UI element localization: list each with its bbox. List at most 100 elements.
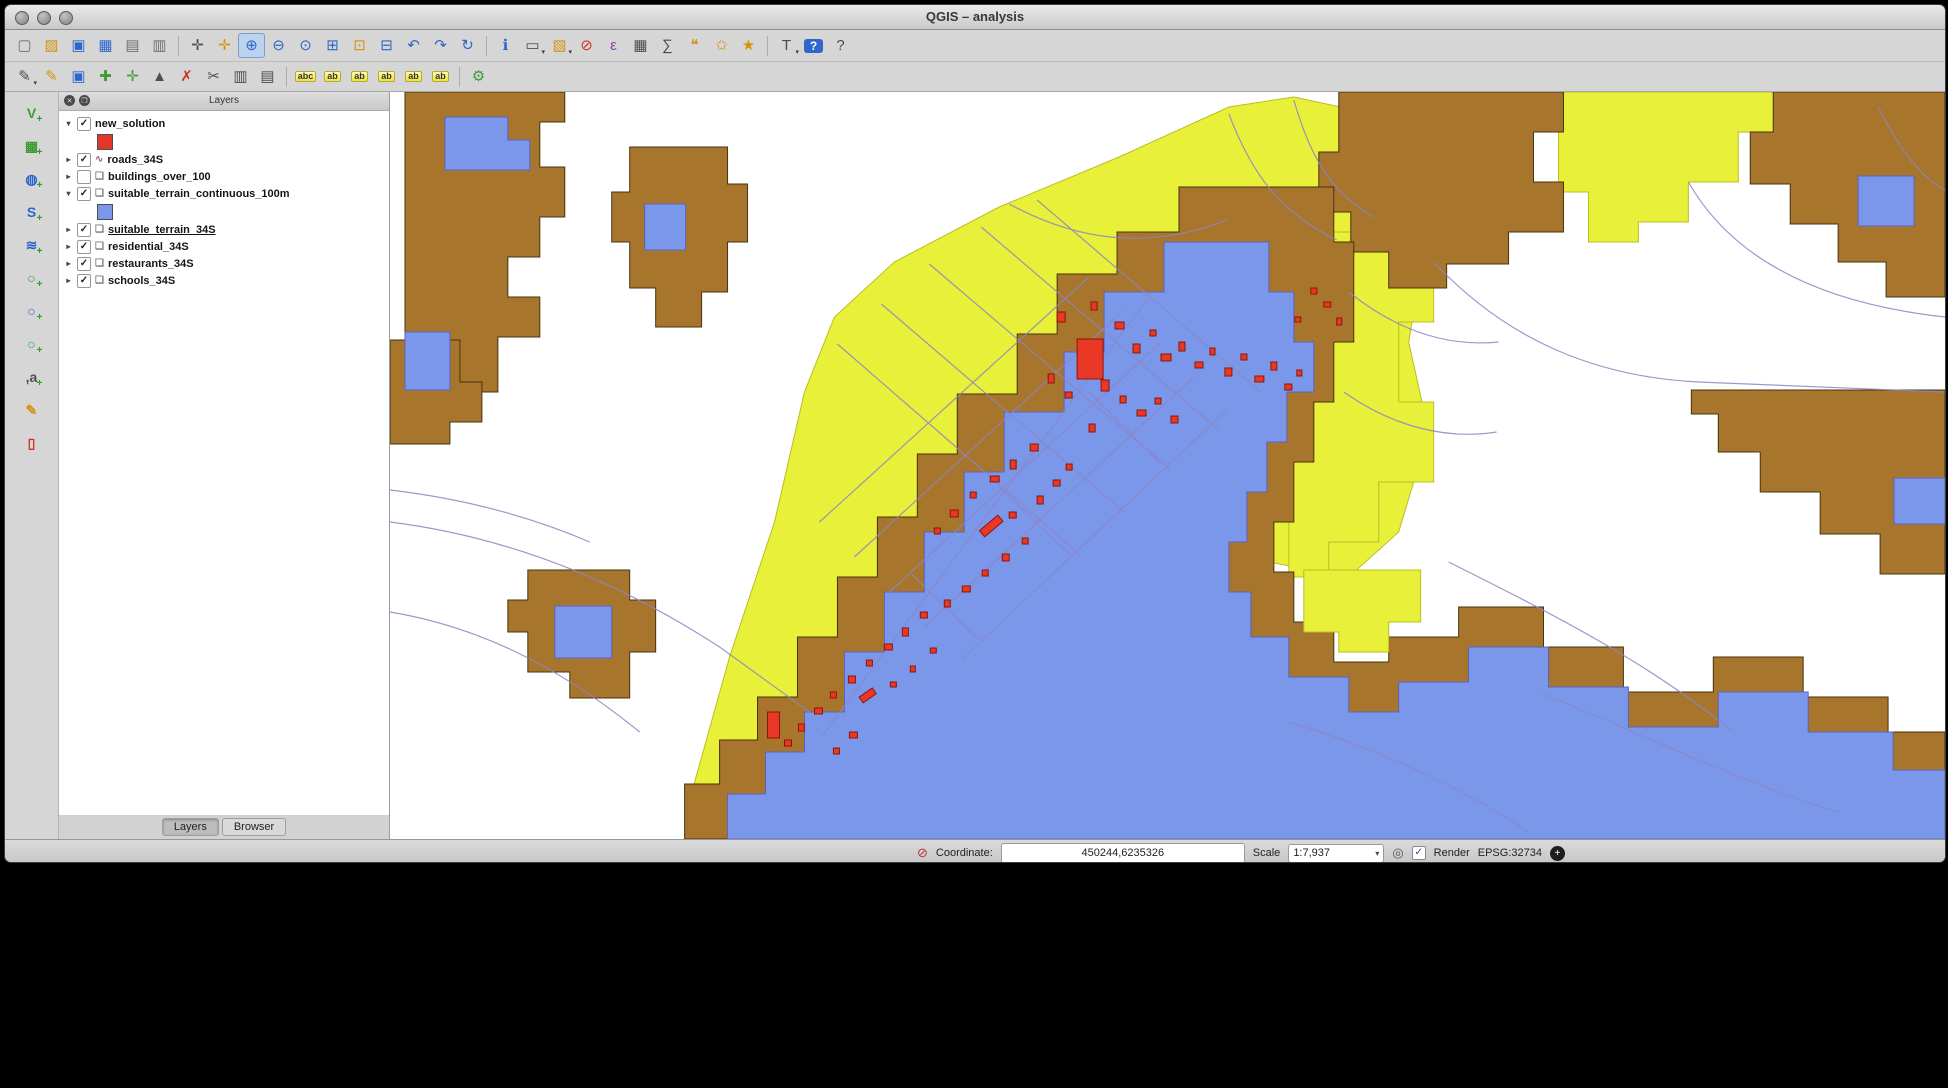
stop-rendering-icon[interactable]: ⊘ bbox=[917, 845, 928, 861]
layer-visibility-checkbox[interactable] bbox=[77, 274, 91, 288]
node-tool-button[interactable]: ▲ bbox=[146, 64, 173, 89]
zoom-last-button[interactable]: ↶ bbox=[400, 33, 427, 58]
paste-features-button[interactable]: ▤ bbox=[254, 64, 281, 89]
expander-icon[interactable] bbox=[64, 259, 73, 268]
tab-browser[interactable]: Browser bbox=[222, 818, 286, 836]
tab-layers[interactable]: Layers bbox=[162, 818, 219, 836]
layer-visibility-checkbox[interactable] bbox=[77, 153, 91, 167]
save-project-as-button[interactable]: ▦ bbox=[92, 33, 119, 58]
copy-features-button[interactable]: ▥ bbox=[227, 64, 254, 89]
zoom-out-button[interactable]: ⊖ bbox=[265, 33, 292, 58]
highlight-labels-button[interactable]: ab bbox=[346, 64, 373, 89]
layer-row-roads-34s[interactable]: roads_34S bbox=[59, 151, 389, 168]
field-calculator-button[interactable]: ∑ bbox=[654, 33, 681, 58]
map-tips-button[interactable]: ❝ bbox=[681, 33, 708, 58]
messages-button[interactable]: + bbox=[1550, 846, 1565, 861]
cut-features-button[interactable]: ✂ bbox=[200, 64, 227, 89]
layer-row-residential-34s[interactable]: residential_34S bbox=[59, 238, 389, 255]
open-attribute-table-button[interactable]: ▦ bbox=[627, 33, 654, 58]
measure-button[interactable]: ▭ bbox=[519, 33, 546, 58]
add-mssql-layer-button[interactable]: ≋ bbox=[18, 232, 46, 258]
layer-symbol-swatch[interactable] bbox=[97, 204, 113, 220]
open-project-button[interactable]: ▨ bbox=[38, 33, 65, 58]
close-window-button[interactable] bbox=[15, 11, 29, 25]
deselect-features-button[interactable]: ⊘ bbox=[573, 33, 600, 58]
layer-label[interactable]: suitable_terrain_continuous_100m bbox=[108, 188, 290, 200]
layer-labeling-options-button[interactable]: abc bbox=[292, 64, 319, 89]
new-project-button[interactable]: ▢ bbox=[11, 33, 38, 58]
zoom-to-selection-button[interactable]: ⊡ bbox=[346, 33, 373, 58]
titlebar[interactable]: QGIS – analysis bbox=[5, 5, 1945, 30]
rotate-label-button[interactable]: ab bbox=[400, 64, 427, 89]
layer-label[interactable]: restaurants_34S bbox=[108, 258, 194, 270]
layer-label[interactable]: schools_34S bbox=[108, 275, 175, 287]
add-spatialite-layer-button[interactable]: S bbox=[18, 199, 46, 225]
add-wfs-layer-button[interactable]: ○ bbox=[18, 331, 46, 357]
add-wms-layer-button[interactable]: ○ bbox=[18, 265, 46, 291]
save-layer-edits-button[interactable]: ▣ bbox=[65, 64, 92, 89]
new-bookmark-button[interactable]: ✩ bbox=[708, 33, 735, 58]
close-panel-button[interactable]: ✕ bbox=[64, 95, 75, 106]
layer-label[interactable]: roads_34S bbox=[107, 154, 163, 166]
layer-visibility-checkbox[interactable] bbox=[77, 223, 91, 237]
zoom-native-button[interactable]: ⊙ bbox=[292, 33, 319, 58]
toggle-editing-button[interactable]: ✎ bbox=[38, 64, 65, 89]
delete-selected-button[interactable]: ✗ bbox=[173, 64, 200, 89]
current-edits-button[interactable]: ✎ bbox=[11, 64, 38, 89]
expander-icon[interactable] bbox=[64, 172, 73, 181]
expander-icon[interactable] bbox=[64, 119, 73, 128]
new-print-composer-button[interactable]: ▤ bbox=[119, 33, 146, 58]
zoom-full-button[interactable]: ⊞ bbox=[319, 33, 346, 58]
coordinate-input[interactable] bbox=[1001, 843, 1245, 864]
select-features-button[interactable]: ▧ bbox=[546, 33, 573, 58]
expander-icon[interactable] bbox=[64, 242, 73, 251]
add-vector-layer-button[interactable]: V bbox=[18, 100, 46, 126]
pin-labels-button[interactable]: ab bbox=[319, 64, 346, 89]
move-feature-button[interactable]: ✛ bbox=[119, 64, 146, 89]
layer-label[interactable]: residential_34S bbox=[108, 241, 189, 253]
zoom-next-button[interactable]: ↷ bbox=[427, 33, 454, 58]
layer-visibility-checkbox[interactable] bbox=[77, 117, 91, 131]
float-panel-button[interactable]: ❐ bbox=[79, 95, 90, 106]
layer-symbol-swatch[interactable] bbox=[97, 134, 113, 150]
layer-row-suitable-terrain-34s[interactable]: suitable_terrain_34S bbox=[59, 221, 389, 238]
layer-row-schools-34s[interactable]: schools_34S bbox=[59, 272, 389, 289]
zoom-to-layer-button[interactable]: ⊟ bbox=[373, 33, 400, 58]
layer-row-new-solution[interactable]: new_solution bbox=[59, 115, 389, 132]
identify-features-button[interactable]: ℹ bbox=[492, 33, 519, 58]
pan-to-selection-button[interactable]: ✛ bbox=[211, 33, 238, 58]
layer-label[interactable]: suitable_terrain_34S bbox=[108, 224, 216, 236]
add-raster-layer-button[interactable]: ▦ bbox=[18, 133, 46, 159]
expander-icon[interactable] bbox=[64, 225, 73, 234]
add-feature-button[interactable]: ✚ bbox=[92, 64, 119, 89]
show-bookmarks-button[interactable]: ★ bbox=[735, 33, 762, 58]
scale-combobox[interactable]: 1:7,937 bbox=[1288, 844, 1384, 863]
help-contents-button[interactable]: ? bbox=[800, 33, 827, 58]
zoom-window-button[interactable] bbox=[59, 11, 73, 25]
render-checkbox[interactable] bbox=[1412, 846, 1426, 860]
add-wcs-layer-button[interactable]: ○ bbox=[18, 298, 46, 324]
whats-this-button[interactable]: ? bbox=[827, 33, 854, 58]
minimize-window-button[interactable] bbox=[37, 11, 51, 25]
expander-icon[interactable] bbox=[64, 189, 73, 198]
layer-visibility-checkbox[interactable] bbox=[77, 187, 91, 201]
text-annotation-button[interactable]: T bbox=[773, 33, 800, 58]
remove-layer-button[interactable]: ▯ bbox=[18, 430, 46, 456]
layer-label[interactable]: new_solution bbox=[95, 118, 165, 130]
expander-icon[interactable] bbox=[64, 155, 73, 164]
composer-manager-button[interactable]: ▥ bbox=[146, 33, 173, 58]
zoom-in-button[interactable]: ⊕ bbox=[238, 33, 265, 58]
map-canvas[interactable] bbox=[390, 92, 1945, 839]
select-by-expression-button[interactable]: ε bbox=[600, 33, 627, 58]
epsg-button[interactable]: EPSG:32734 bbox=[1478, 847, 1542, 859]
layer-row-suitable-terrain-continuous-100m[interactable]: suitable_terrain_continuous_100m bbox=[59, 185, 389, 202]
layer-row-buildings-over-100[interactable]: buildings_over_100 bbox=[59, 168, 389, 185]
layer-label[interactable]: buildings_over_100 bbox=[108, 171, 211, 183]
move-label-button[interactable]: ab bbox=[373, 64, 400, 89]
refresh-map-button[interactable]: ↻ bbox=[454, 33, 481, 58]
layer-row-restaurants-34s[interactable]: restaurants_34S bbox=[59, 255, 389, 272]
layer-visibility-checkbox[interactable] bbox=[77, 240, 91, 254]
save-project-button[interactable]: ▣ bbox=[65, 33, 92, 58]
scale-magnifier-icon[interactable]: ◎ bbox=[1392, 845, 1403, 861]
layer-visibility-checkbox[interactable] bbox=[77, 170, 91, 184]
